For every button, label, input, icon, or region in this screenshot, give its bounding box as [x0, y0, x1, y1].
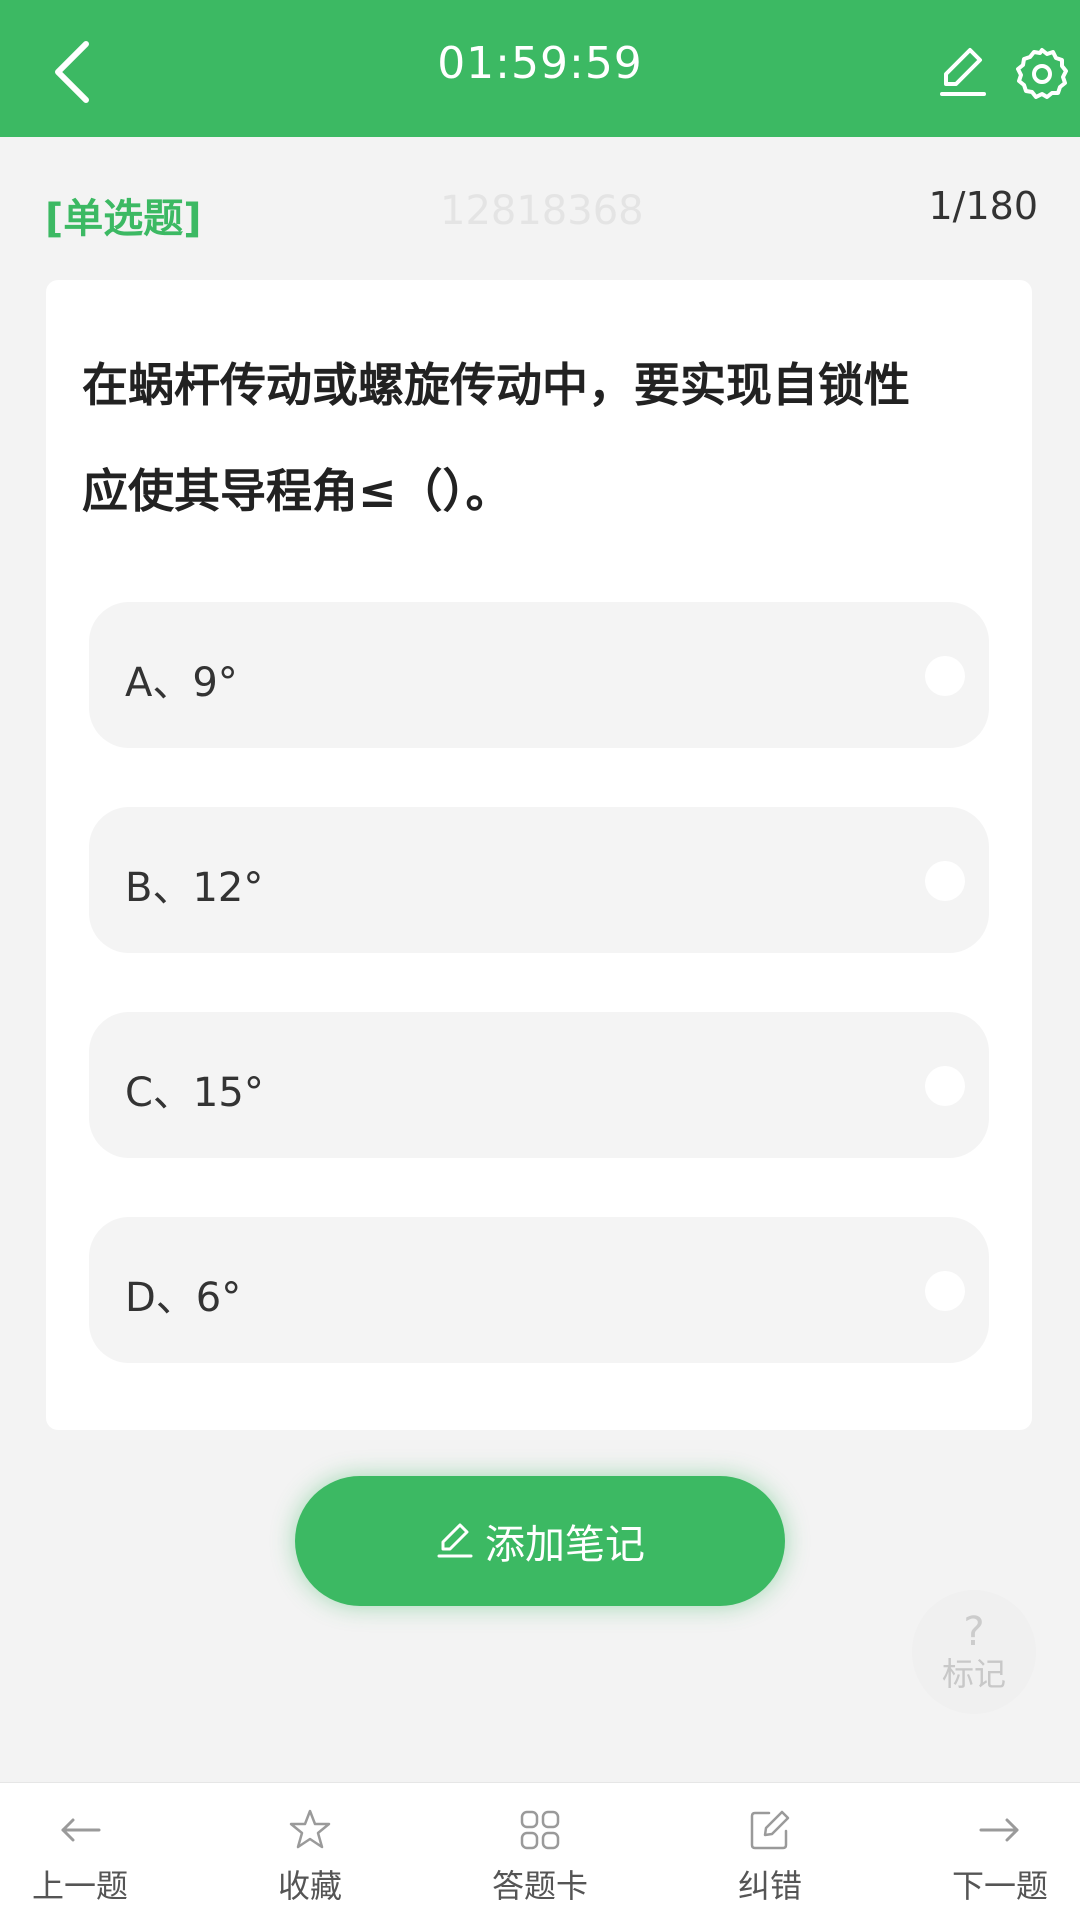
nav-label: 纠错 — [737, 1867, 802, 1905]
option-d[interactable]: D、6° — [89, 1217, 989, 1363]
nav-favorite[interactable]: 收藏 — [210, 1783, 410, 1920]
add-note-label: 添加笔记 — [485, 1522, 645, 1568]
pencil-icon — [940, 48, 986, 96]
arrow-right-icon — [979, 1818, 1019, 1842]
top-bar: 01:59:59 — [0, 0, 1080, 137]
option-a[interactable]: A、9° — [89, 602, 989, 748]
radio-circle-icon[interactable] — [925, 1271, 965, 1311]
countdown-timer: 01:59:59 — [437, 38, 643, 89]
question-text-line: 在蜗杆传动或螺旋传动中，要实现自锁性 — [82, 358, 910, 412]
bottom-nav: 上一题 收藏 答题卡 纠错 下一题 — [0, 1782, 1080, 1920]
nav-answer-card[interactable]: 答题卡 — [440, 1783, 640, 1920]
option-label: D、6° — [125, 1275, 242, 1321]
arrow-left-icon — [61, 1818, 101, 1842]
edit-button[interactable] — [934, 44, 990, 100]
question-type-label: [单选题] — [45, 196, 202, 242]
question-text-line: 应使其导程角≤（）。 — [82, 464, 512, 518]
radio-circle-icon[interactable] — [925, 656, 965, 696]
nav-label: 上一题 — [31, 1867, 128, 1905]
exam-question-screen: 01:59:59 [单选题] 12818368 1/180 在蜗杆传动或螺旋传动… — [0, 0, 1080, 1920]
option-label: C、15° — [125, 1070, 264, 1116]
question-text: 在蜗杆传动或螺旋传动中，要实现自锁性 应使其导程角≤（）。 — [82, 332, 1002, 544]
nav-label: 收藏 — [277, 1867, 342, 1905]
star-icon — [289, 1809, 331, 1849]
option-label: A、9° — [125, 660, 238, 706]
gear-icon — [1016, 48, 1068, 99]
mark-button[interactable]: ? 标记 — [912, 1590, 1036, 1714]
add-note-button[interactable]: 添加笔记 — [295, 1476, 785, 1606]
question-card: 在蜗杆传动或螺旋传动中，要实现自锁性 应使其导程角≤（）。 A、9° B、12°… — [46, 280, 1032, 1430]
pencil-icon — [437, 1523, 473, 1558]
option-c[interactable]: C、15° — [89, 1012, 989, 1158]
nav-prev-question[interactable]: 上一题 — [0, 1783, 180, 1920]
grid-icon — [520, 1810, 560, 1850]
nav-label: 答题卡 — [491, 1867, 588, 1905]
nav-report-error[interactable]: 纠错 — [670, 1783, 870, 1920]
option-label: B、12° — [125, 865, 264, 911]
question-progress: 1/180 — [928, 184, 1038, 228]
mark-label: 标记 — [941, 1655, 1006, 1693]
option-b[interactable]: B、12° — [89, 807, 989, 953]
nav-label: 下一题 — [951, 1867, 1048, 1905]
question-mark-icon: ? — [963, 1609, 985, 1655]
nav-next-question[interactable]: 下一题 — [900, 1783, 1080, 1920]
edit-square-icon — [750, 1810, 790, 1850]
radio-circle-icon[interactable] — [925, 1066, 965, 1106]
settings-button[interactable] — [1012, 44, 1072, 104]
question-id-watermark: 12818368 — [440, 188, 644, 234]
radio-circle-icon[interactable] — [925, 861, 965, 901]
